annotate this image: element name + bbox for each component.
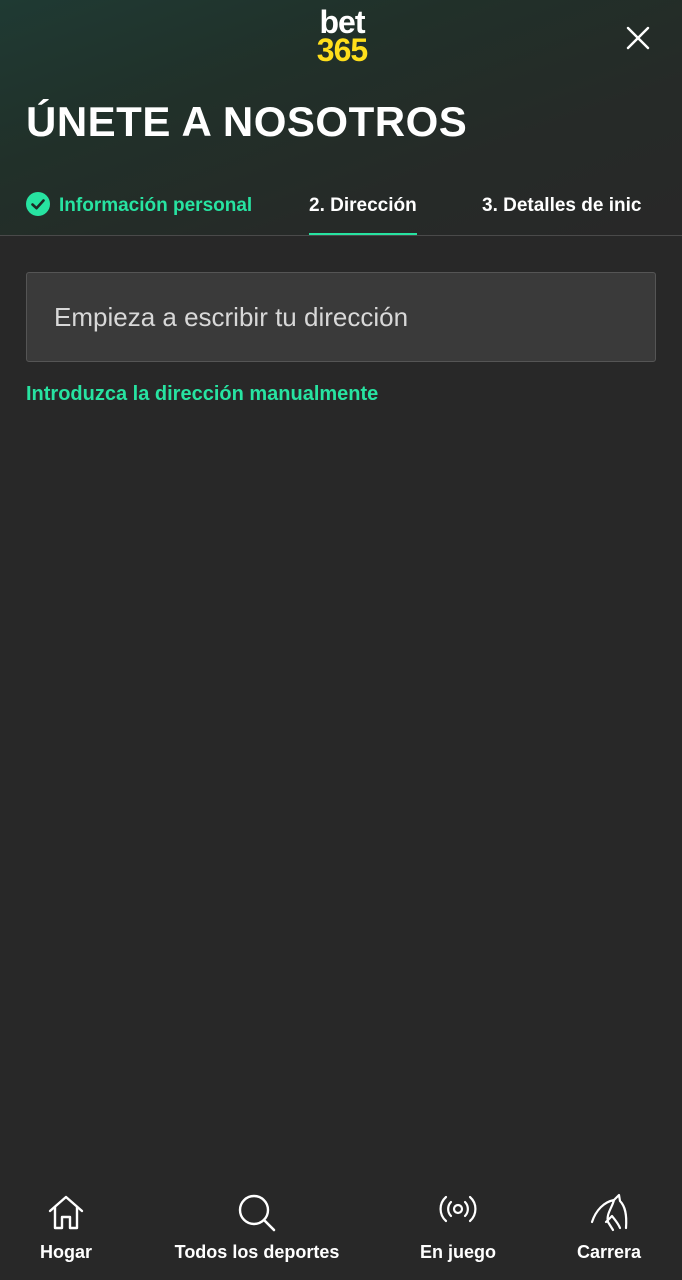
step-divider (0, 235, 682, 236)
step-tabs: Información personal 2. Dirección 3. Det… (0, 180, 682, 236)
step-label: 3. Detalles de inic (482, 195, 642, 216)
nav-in-play[interactable]: En juego (408, 1170, 508, 1280)
step-label: 2. Dirección (309, 195, 417, 216)
enter-address-manually-link[interactable]: Introduzca la dirección manualmente (26, 383, 378, 406)
nav-racing[interactable]: Carrera (559, 1170, 659, 1280)
step-address[interactable]: 2. Dirección (309, 180, 417, 236)
nav-label: Carrera (576, 1242, 642, 1262)
live-broadcast-icon (439, 1195, 477, 1223)
header: bet 365 ÚNETE A NOSOTROS Información per… (0, 0, 682, 236)
nav-label: Hogar (39, 1242, 92, 1262)
step-login-details[interactable]: 3. Detalles de inic (482, 180, 641, 236)
step-label: Información personal (59, 195, 253, 216)
nav-home[interactable]: Hogar (16, 1170, 116, 1280)
page-title: ÚNETE A NOSOTROS (26, 98, 468, 145)
check-circle-icon (26, 191, 50, 216)
home-icon (48, 1195, 84, 1230)
nav-all-sports[interactable]: Todos los deportes (157, 1170, 357, 1280)
close-icon (626, 26, 650, 50)
search-icon (238, 1194, 276, 1232)
close-button[interactable] (620, 20, 656, 56)
nav-label: En juego (420, 1242, 496, 1262)
bet365-logo: bet 365 (311, 6, 373, 68)
address-search-input[interactable] (26, 272, 656, 362)
step-personal-info[interactable]: Información personal (26, 180, 252, 236)
logo-text-bottom: 365 (316, 32, 368, 68)
signup-screen: bet 365 ÚNETE A NOSOTROS Información per… (0, 0, 682, 1280)
bottom-navigation: Hogar Todos los deportes En juego Carrer… (0, 1170, 682, 1280)
horse-icon (590, 1193, 628, 1232)
nav-label: Todos los deportes (174, 1242, 340, 1262)
